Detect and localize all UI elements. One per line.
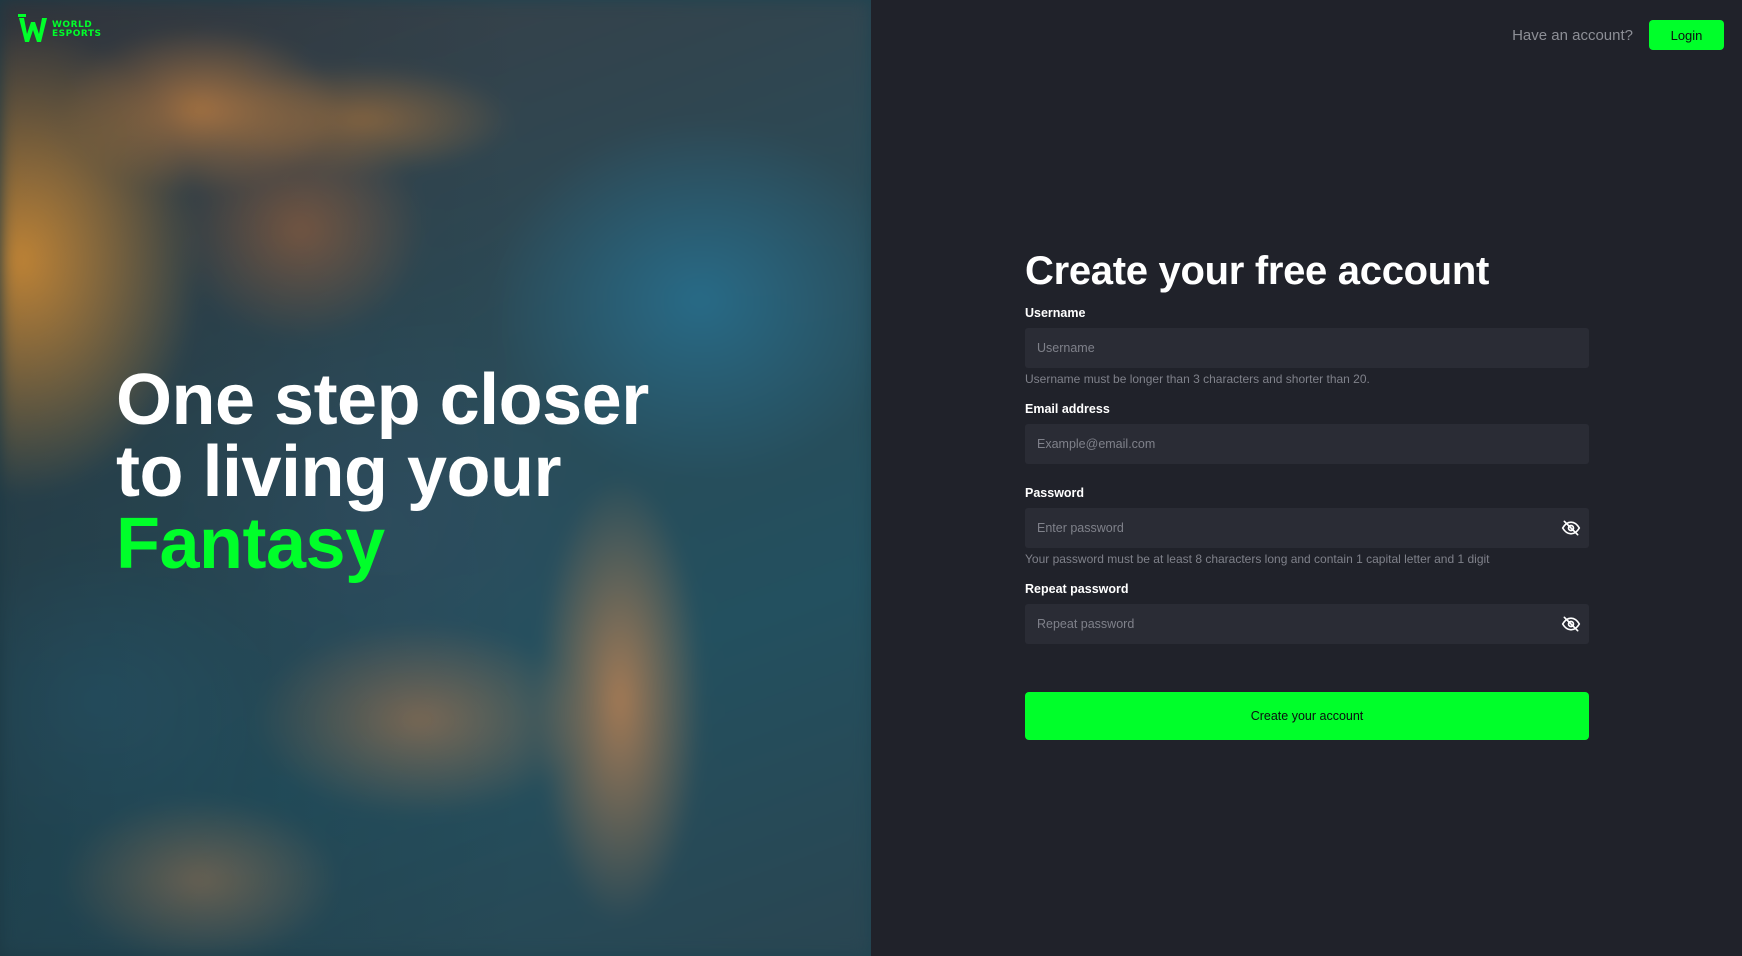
brand-wordmark: WORLD ESPORTS bbox=[52, 20, 102, 39]
login-button[interactable]: Login bbox=[1649, 20, 1724, 50]
password-group: Password Your password must be at least … bbox=[1025, 486, 1589, 566]
repeat-password-input[interactable] bbox=[1025, 604, 1589, 644]
form-title: Create your free account bbox=[1025, 249, 1490, 293]
signup-form: Create your free account Username Userna… bbox=[1025, 246, 1589, 740]
repeat-password-input-wrap bbox=[1025, 604, 1589, 644]
hero-line-2: to living your bbox=[116, 432, 562, 512]
hero-line-1: One step closer bbox=[116, 360, 649, 440]
repeat-password-group: Repeat password bbox=[1025, 582, 1589, 644]
password-help-text: Your password must be at least 8 charact… bbox=[1025, 552, 1490, 566]
username-input-wrap bbox=[1025, 328, 1589, 368]
signup-page: WORLD ESPORTS One step closer to living … bbox=[0, 0, 1742, 956]
eye-off-icon[interactable] bbox=[1561, 518, 1581, 538]
hero-headline: One step closer to living your Fantasy bbox=[116, 364, 649, 580]
email-input-wrap bbox=[1025, 424, 1589, 464]
email-input[interactable] bbox=[1025, 424, 1589, 464]
brand-logo[interactable]: WORLD ESPORTS bbox=[18, 14, 102, 46]
hero-panel: WORLD ESPORTS One step closer to living … bbox=[0, 0, 871, 956]
signup-panel: Have an account? Login Create your free … bbox=[871, 0, 1742, 956]
username-group: Username Username must be longer than 3 … bbox=[1025, 306, 1589, 386]
create-account-button[interactable]: Create your account bbox=[1025, 692, 1589, 740]
eye-off-icon[interactable] bbox=[1561, 614, 1581, 634]
password-input[interactable] bbox=[1025, 508, 1589, 548]
w-logo-icon bbox=[18, 14, 47, 42]
email-group: Email address bbox=[1025, 402, 1589, 464]
password-input-wrap bbox=[1025, 508, 1589, 548]
username-label: Username bbox=[1025, 306, 1086, 320]
hero-accent-word: Fantasy bbox=[116, 504, 385, 584]
email-label: Email address bbox=[1025, 402, 1110, 416]
username-input[interactable] bbox=[1025, 328, 1589, 368]
top-bar: Have an account? Login bbox=[1512, 20, 1724, 50]
have-account-text: Have an account? bbox=[1512, 26, 1633, 44]
repeat-password-label: Repeat password bbox=[1025, 582, 1129, 596]
username-help-text: Username must be longer than 3 character… bbox=[1025, 372, 1370, 386]
password-label: Password bbox=[1025, 486, 1085, 500]
